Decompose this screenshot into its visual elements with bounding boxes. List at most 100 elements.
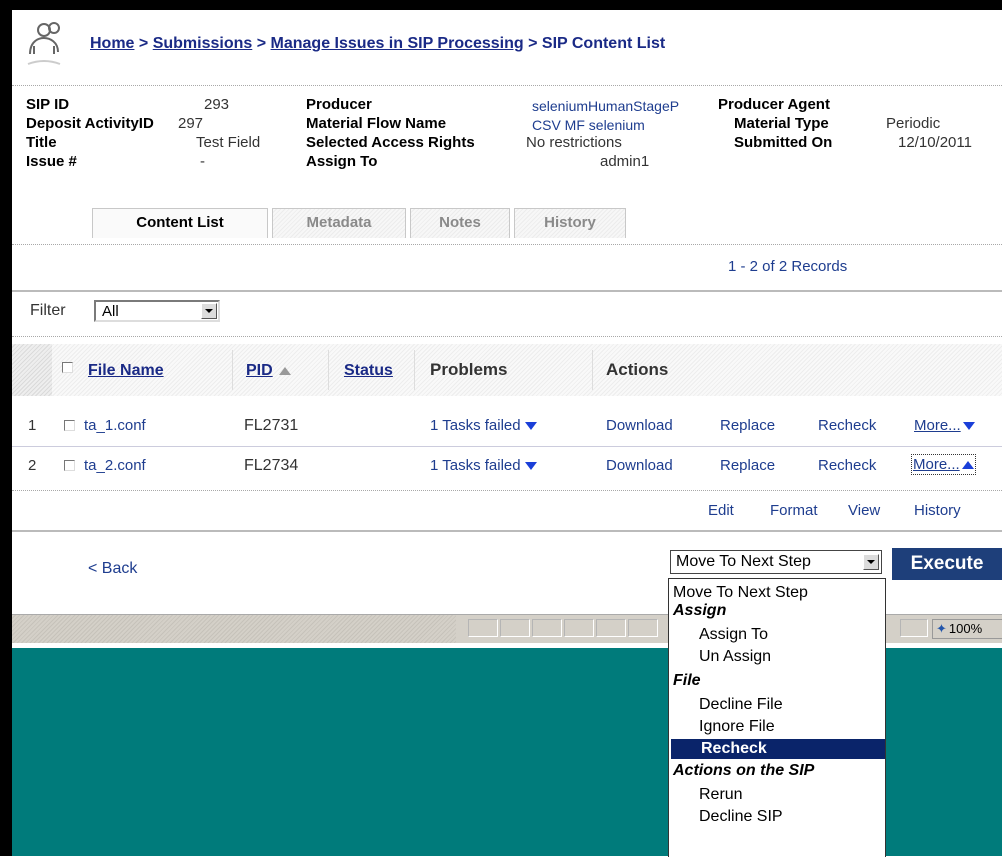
assign-to-value: admin1 <box>600 153 650 170</box>
file-name: ta_1.conf <box>84 417 146 434</box>
breadcrumb: Home > Submissions > Manage Issues in SI… <box>90 35 665 53</box>
breadcrumb-separator: > <box>256 35 267 52</box>
more-history-link[interactable]: History <box>914 502 961 519</box>
status-cell <box>468 619 498 637</box>
select-all-checkbox[interactable] <box>62 362 73 373</box>
replace-link[interactable]: Replace <box>720 417 775 434</box>
tab-content-list[interactable]: Content List <box>92 208 268 238</box>
status-cell <box>532 619 562 637</box>
status-text-area <box>12 615 456 643</box>
action-select[interactable]: Move To Next Step <box>670 550 882 574</box>
more-label: More... <box>914 417 961 434</box>
deposit-value: 297 <box>178 115 204 132</box>
assign-to-label: Assign To <box>306 153 378 170</box>
status-cell <box>564 619 594 637</box>
recheck-link[interactable]: Recheck <box>818 417 876 434</box>
chevron-down-icon[interactable] <box>863 554 879 570</box>
triangle-down-icon <box>962 422 975 431</box>
replace-link[interactable]: Replace <box>720 457 775 474</box>
breadcrumb-submissions-link[interactable]: Submissions <box>153 35 253 52</box>
back-link[interactable]: < Back <box>88 560 137 578</box>
recheck-link[interactable]: Recheck <box>818 457 876 474</box>
option-decline-file[interactable]: Decline File <box>669 695 885 715</box>
option-ignore-file[interactable]: Ignore File <box>669 717 885 737</box>
column-actions: Actions <box>606 360 669 379</box>
producer-value: seleniumHumanStageP <box>532 98 680 114</box>
tab-history[interactable]: History <box>514 208 626 238</box>
filter-select[interactable]: All <box>94 300 220 322</box>
download-link[interactable]: Download <box>606 457 673 474</box>
material-flow-label: Material Flow Name <box>306 115 447 132</box>
breadcrumb-manage-link[interactable]: Manage Issues in SIP Processing <box>271 35 524 52</box>
more-menu-link[interactable]: More... <box>914 417 975 434</box>
table-row: 1 ta_1.conf FL2731 1 Tasks failed Downlo… <box>12 410 1002 446</box>
filter-label: Filter <box>30 302 66 319</box>
problems-dropdown[interactable]: 1 Tasks failed <box>430 457 537 474</box>
breadcrumb-separator: > <box>528 35 538 52</box>
submitted-on-value: 12/10/2011 <box>898 134 972 151</box>
option-decline-sip[interactable]: Decline SIP <box>669 807 885 827</box>
issue-label: Issue # <box>26 153 77 170</box>
download-link[interactable]: Download <box>606 417 673 434</box>
column-divider <box>328 350 329 390</box>
sort-ascending-icon <box>278 366 291 375</box>
option-recheck[interactable]: Recheck <box>671 739 885 759</box>
status-cell <box>500 619 530 637</box>
group-assign: Assign <box>673 602 727 619</box>
deposit-label: Deposit ActivityID <box>26 115 154 132</box>
material-type-label: Material Type <box>734 115 829 132</box>
option-move-to-next-step[interactable]: Move To Next Step <box>669 583 883 603</box>
action-select-value: Move To Next Step <box>676 553 811 570</box>
divider <box>12 85 1002 86</box>
column-status[interactable]: Status <box>344 362 393 380</box>
column-problems: Problems <box>430 360 508 379</box>
column-pid[interactable]: PID <box>246 362 291 380</box>
table-row: 2 ta_2.conf FL2734 1 Tasks failed Downlo… <box>12 450 1002 486</box>
table-header-gutter <box>12 344 52 396</box>
file-name: ta_2.conf <box>84 457 146 474</box>
more-label: More... <box>913 456 960 473</box>
title-label: Title <box>26 134 57 151</box>
triangle-down-icon <box>524 422 537 431</box>
column-pid-label[interactable]: PID <box>246 362 273 379</box>
divider <box>12 490 1002 491</box>
access-rights-label: Selected Access Rights <box>306 134 475 151</box>
breadcrumb-home-link[interactable]: Home <box>90 35 134 52</box>
issue-value: - <box>200 153 205 170</box>
divider <box>12 244 1002 245</box>
material-flow-value: CSV MF selenium <box>532 117 645 133</box>
records-count: 1 - 2 of 2 Records <box>728 258 848 275</box>
zoom-level: 100% <box>948 621 983 636</box>
column-file-name[interactable]: File Name <box>88 362 164 380</box>
chevron-down-icon[interactable] <box>201 303 217 319</box>
producer-agent-label: Producer Agent <box>718 96 830 113</box>
more-view-link[interactable]: View <box>848 502 880 519</box>
option-rerun[interactable]: Rerun <box>669 785 885 805</box>
zoom-control[interactable]: ✦ 100% <box>932 619 1002 639</box>
records-bar-line <box>12 290 1002 295</box>
more-menu-link[interactable]: More... <box>911 454 976 475</box>
status-cell <box>628 619 658 637</box>
action-dropdown-list: Move To Next Step Assign Assign To Un As… <box>668 578 886 857</box>
app-logo-icon <box>24 20 64 72</box>
breadcrumb-separator: > <box>138 35 149 52</box>
problems-text: 1 Tasks failed <box>430 457 521 474</box>
filter-value: All <box>102 303 119 320</box>
row-checkbox[interactable] <box>64 420 75 431</box>
more-edit-link[interactable]: Edit <box>708 502 734 519</box>
more-format-link[interactable]: Format <box>770 502 818 519</box>
group-file: File <box>673 672 701 689</box>
status-cell <box>596 619 626 637</box>
row-number: 1 <box>28 417 37 434</box>
pid: FL2734 <box>244 457 299 474</box>
execute-button[interactable]: Execute <box>892 548 1002 580</box>
status-cell <box>900 619 928 637</box>
problems-dropdown[interactable]: 1 Tasks failed <box>430 417 537 434</box>
option-un-assign[interactable]: Un Assign <box>669 647 885 667</box>
row-checkbox[interactable] <box>64 460 75 471</box>
option-assign-to[interactable]: Assign To <box>669 625 885 645</box>
tab-notes[interactable]: Notes <box>410 208 510 238</box>
producer-label: Producer <box>306 96 372 113</box>
title-value: Test Field <box>196 134 261 151</box>
tab-metadata[interactable]: Metadata <box>272 208 406 238</box>
